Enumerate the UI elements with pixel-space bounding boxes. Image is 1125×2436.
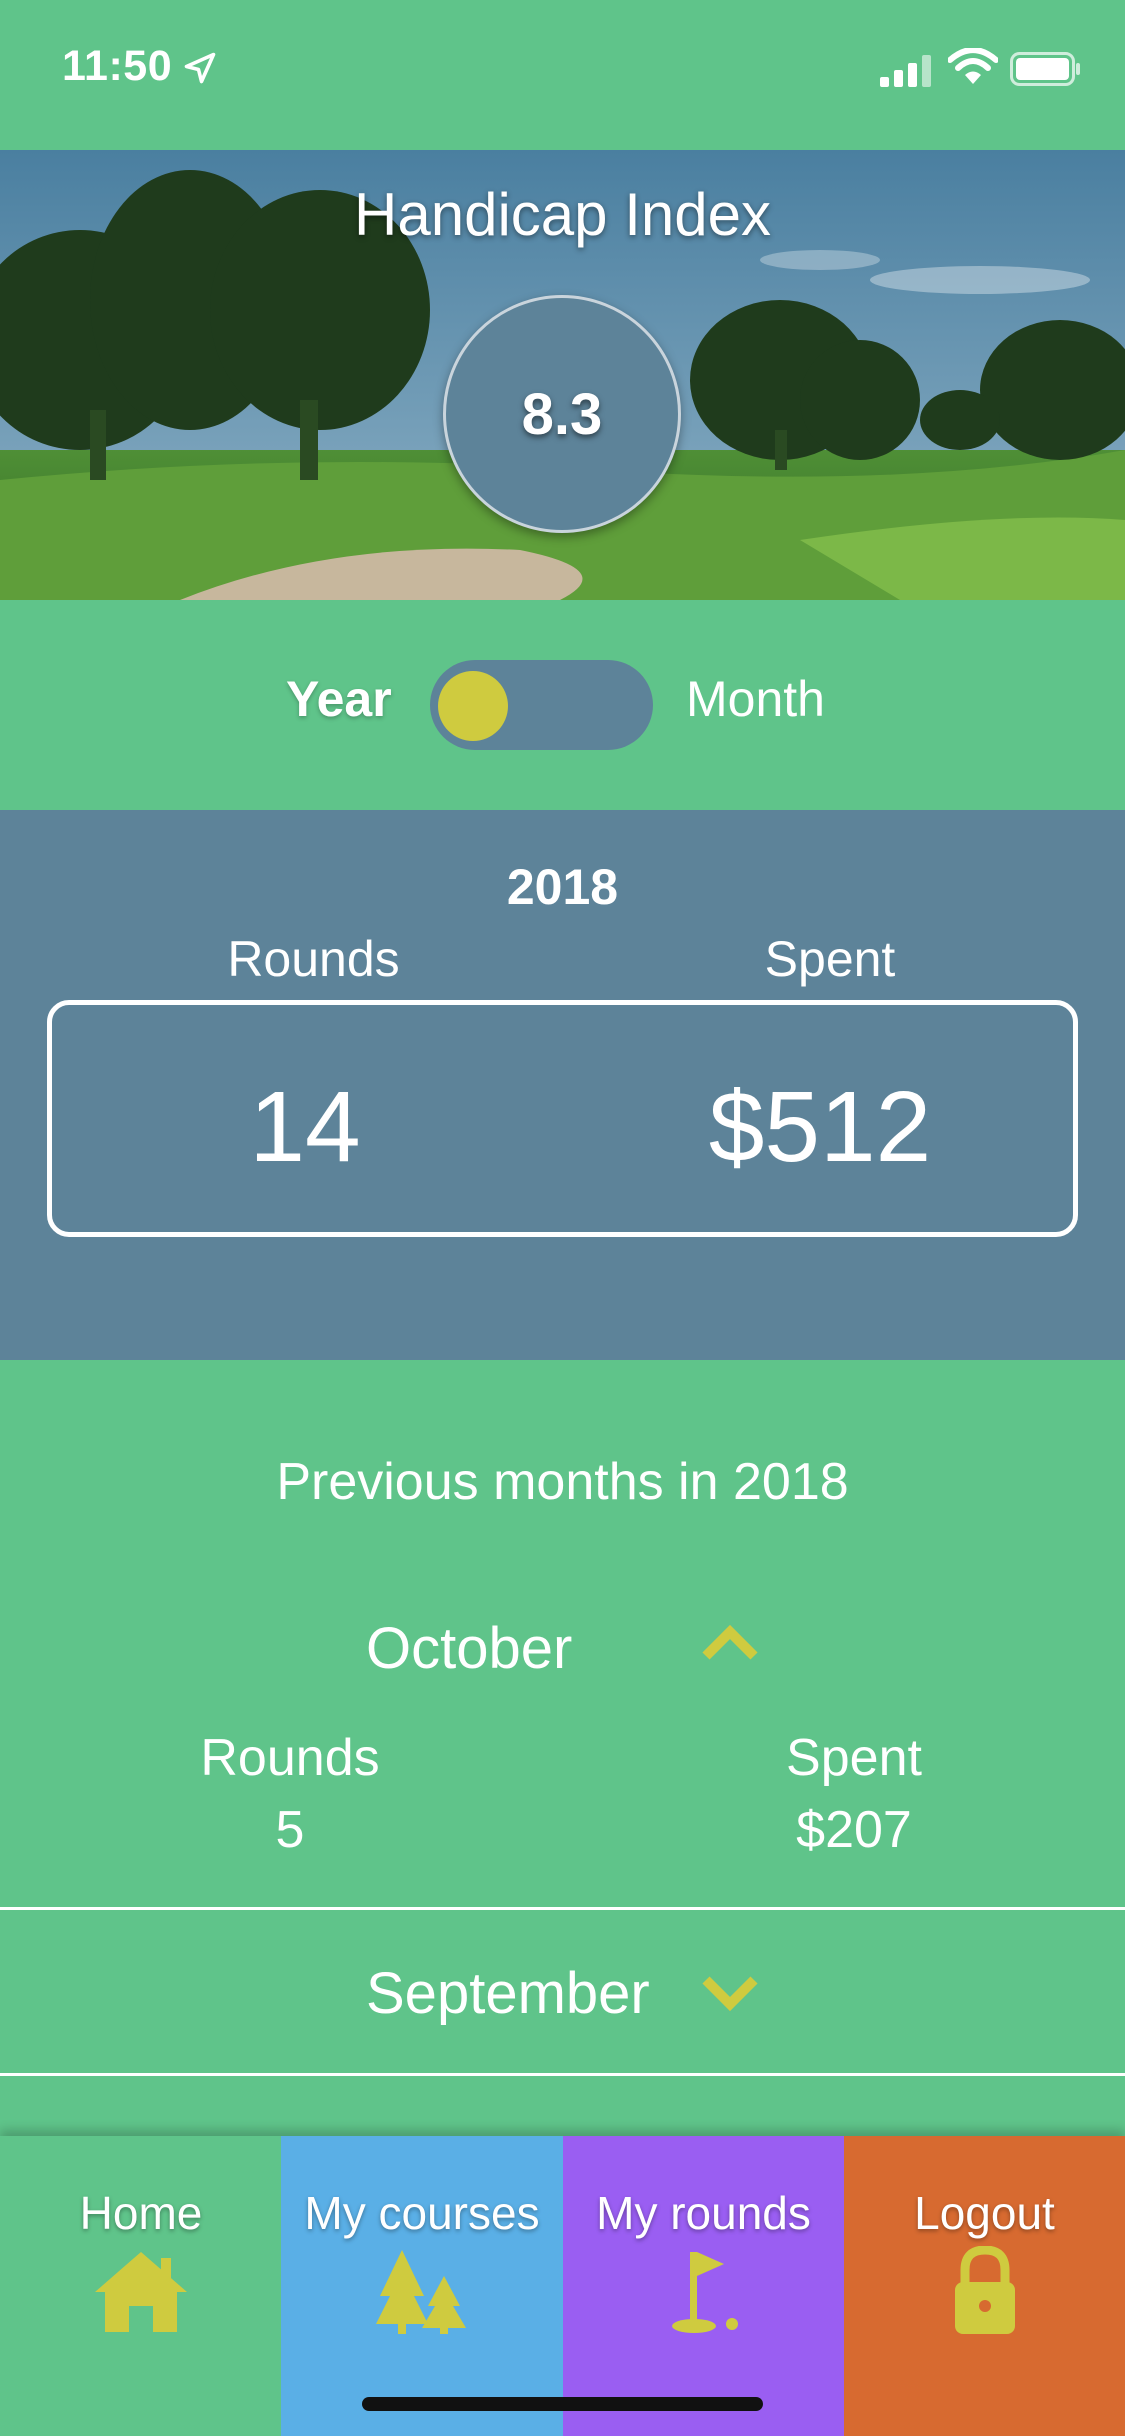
toggle-year-label[interactable]: Year	[286, 670, 392, 728]
toggle-month-label[interactable]: Month	[686, 670, 825, 728]
chevron-up-icon[interactable]	[700, 1622, 760, 1662]
october-rounds-label: Rounds	[200, 1729, 380, 1787]
home-indicator[interactable]	[362, 2397, 763, 2411]
handicap-circle: 8.3	[443, 295, 681, 533]
tab-home[interactable]: Home	[0, 2136, 282, 2436]
year-title: 2018	[506, 859, 619, 915]
tab-bar: Home My courses My rounds Logout	[0, 2136, 1125, 2436]
divider	[0, 1907, 1125, 1910]
previous-months-title: Previous months in 2018	[276, 1453, 849, 1511]
year-month-switch[interactable]	[430, 660, 653, 750]
signal-icon	[880, 55, 931, 87]
tab-logout[interactable]: Logout	[844, 2136, 1125, 2436]
tab-my-courses[interactable]: My courses	[281, 2136, 563, 2436]
golf-flag-icon	[671, 2252, 738, 2333]
october-spent-label: Spent	[786, 1729, 922, 1787]
october-rounds-value: 5	[275, 1801, 305, 1859]
wifi-icon	[948, 48, 998, 84]
month-october-header[interactable]: October	[366, 1615, 572, 1682]
rounds-value: 14	[249, 1071, 361, 1183]
handicap-value: 8.3	[521, 381, 603, 447]
battery-icon	[1010, 52, 1080, 86]
trees-icon	[376, 2250, 466, 2334]
rounds-label: Rounds	[227, 931, 400, 987]
spent-label: Spent	[764, 931, 896, 987]
lock-icon	[954, 2246, 1015, 2334]
divider	[0, 2073, 1125, 2076]
tab-logout-label: Logout	[914, 2187, 1055, 2239]
hero-banner: Handicap Index 8.3	[0, 150, 1125, 600]
status-bar: 11:50	[0, 0, 1125, 150]
chevron-down-icon[interactable]	[700, 1972, 760, 2012]
handicap-title: Handicap Index	[354, 181, 771, 248]
october-spent-value: $207	[796, 1801, 912, 1859]
tab-my-courses-label: My courses	[304, 2187, 540, 2239]
tab-my-rounds-label: My rounds	[596, 2187, 811, 2239]
month-september-header[interactable]: September	[366, 1960, 650, 2027]
switch-knob[interactable]	[438, 671, 508, 741]
location-arrow-icon	[184, 52, 216, 84]
tab-my-rounds[interactable]: My rounds	[563, 2136, 844, 2436]
status-time: 11:50	[62, 42, 173, 90]
home-icon	[95, 2252, 187, 2332]
spent-value: $512	[708, 1071, 932, 1183]
tab-home-label: Home	[79, 2187, 203, 2239]
